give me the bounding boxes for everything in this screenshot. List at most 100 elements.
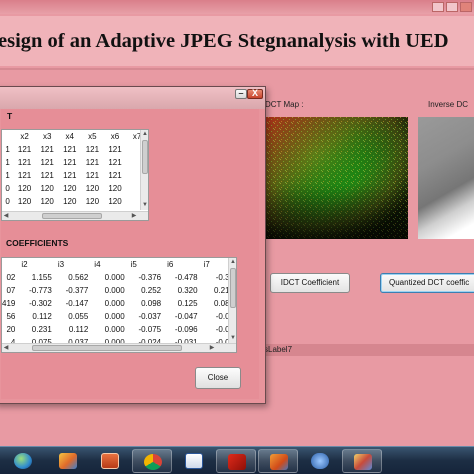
taskbar-app-paint[interactable]	[48, 449, 88, 473]
table-row[interactable]: 1 121 121 121 121 121	[2, 156, 148, 169]
scroll-thumb[interactable]	[230, 268, 236, 308]
coefficients-section-heading: COEFFICIENTS	[6, 238, 69, 248]
scroll-right-icon[interactable]: ▶	[130, 212, 138, 220]
table-row[interactable]: 419 -0.302 -0.147 0.000 0.098 0.125 0.08…	[2, 297, 236, 310]
start-button[interactable]	[6, 449, 46, 473]
dct-header-cell: x3	[42, 132, 52, 141]
scroll-left-icon[interactable]: ◀	[2, 212, 10, 220]
minimize-icon: –	[238, 88, 244, 98]
table-cell: 20	[6, 325, 16, 334]
idct-coefficient-button[interactable]: IDCT Coefficient	[270, 273, 350, 293]
scroll-left-icon[interactable]: ◀	[2, 344, 10, 352]
scroll-down-icon[interactable]: ▼	[141, 201, 148, 209]
table-cell: -0.047	[174, 312, 198, 321]
table-cell: 1.155	[31, 273, 52, 282]
table-cell: 121	[17, 145, 32, 154]
table-cell: 0.562	[68, 273, 89, 282]
powerpoint-icon	[101, 453, 119, 469]
taskbar-app-misc[interactable]	[342, 449, 382, 473]
table-cell: 07	[6, 286, 16, 295]
coefficients-header-cell: i5	[130, 260, 137, 269]
coefficients-vertical-scrollbar[interactable]: ▲ ▼	[228, 258, 236, 343]
dct-map-label: DCT Map :	[265, 100, 304, 109]
matlab-icon	[270, 454, 288, 470]
dialog-minimize-button[interactable]: –	[235, 88, 247, 99]
table-cell: -0.147	[65, 299, 89, 308]
dialog-title-bar[interactable]: – X	[0, 87, 265, 109]
table-row[interactable]: 07 -0.773 -0.377 0.000 0.252 0.320 0.213	[2, 284, 236, 297]
table-row[interactable]: 56 0.112 0.055 0.000 -0.037 -0.047 -0.03	[2, 310, 236, 323]
dct-grid-vertical-scrollbar[interactable]: ▲ ▼	[140, 130, 148, 210]
table-row[interactable]: 02 1.155 0.562 0.000 -0.376 -0.478 -0.31	[2, 271, 236, 284]
taskbar-app-flash[interactable]	[216, 449, 256, 473]
table-cell: 0.000	[104, 325, 125, 334]
scroll-right-icon[interactable]: ▶	[208, 344, 216, 352]
table-row[interactable]: 1 121 121 121 121 121	[2, 143, 148, 156]
status-strip	[262, 344, 474, 356]
taskbar-app-chrome[interactable]	[132, 449, 172, 473]
table-cell: 120	[108, 197, 122, 206]
scroll-thumb[interactable]	[32, 345, 182, 351]
table-cell: -0.478	[174, 273, 198, 282]
table-row[interactable]: 0 120 120 120 120 120	[2, 195, 148, 208]
dialog-close-x-button[interactable]: X	[247, 88, 263, 99]
table-cell: 120	[17, 184, 32, 193]
dct-section-heading: T	[7, 111, 13, 121]
coefficients-grid[interactable]: i2 i3 i4 i5 i6 i7 02 1.155 0.562 0.000 -…	[1, 257, 237, 353]
scroll-down-icon[interactable]: ▼	[229, 334, 236, 342]
coefficients-header-cell: i3	[57, 260, 65, 269]
scroll-up-icon[interactable]: ▲	[229, 258, 236, 266]
dct-header-row: x2 x3 x4 x5 x6 x7	[2, 130, 148, 143]
table-cell: 121	[63, 158, 77, 167]
table-cell: 121	[108, 171, 122, 180]
table-cell: 0.000	[104, 312, 125, 321]
table-cell: 02	[6, 273, 16, 282]
coefficients-header-row: i2 i3 i4 i5 i6 i7	[2, 258, 236, 271]
table-cell: 121	[40, 171, 54, 180]
taskbar-app-network[interactable]	[300, 449, 340, 473]
coefficients-table: i2 i3 i4 i5 i6 i7 02 1.155 0.562 0.000 -…	[2, 258, 236, 349]
table-cell: 120	[17, 197, 32, 206]
quantized-dct-coefficient-button[interactable]: Quantized DCT coeffic	[380, 273, 474, 293]
dct-grid-horizontal-scrollbar[interactable]: ◀ ▶	[2, 211, 148, 220]
coefficients-horizontal-scrollbar[interactable]: ◀ ▶	[2, 343, 236, 352]
table-cell: 120	[85, 184, 100, 193]
main-close-button[interactable]	[460, 2, 472, 12]
dct-map-texture	[262, 117, 408, 239]
table-cell: 121	[40, 158, 54, 167]
table-cell: 0.320	[177, 286, 198, 295]
scroll-up-icon[interactable]: ▲	[141, 130, 148, 138]
coefficients-header-cell: i2	[21, 260, 28, 269]
word-icon	[185, 453, 203, 469]
table-cell: 121	[63, 171, 77, 180]
taskbar-app-word[interactable]	[174, 449, 214, 473]
main-minimize-button[interactable]	[432, 2, 444, 12]
main-maximize-button[interactable]	[446, 2, 458, 12]
taskbar-app-powerpoint[interactable]	[90, 449, 130, 473]
scroll-thumb[interactable]	[142, 140, 148, 174]
table-cell: 121	[85, 145, 100, 154]
taskbar-app-matlab[interactable]	[258, 449, 298, 473]
table-cell: -0.075	[138, 325, 162, 334]
dct-header-cell	[2, 130, 13, 143]
table-cell: 120	[108, 184, 122, 193]
dialog-client-area: T x2 x3 x4 x5 x6 x7 1 121 121 121 121 12…	[1, 109, 259, 399]
table-row[interactable]: 20 0.231 0.112 0.000 -0.075 -0.096 -0.06	[2, 323, 236, 336]
table-cell: 0.231	[31, 325, 52, 334]
table-cell: 121	[108, 145, 122, 154]
table-cell: 1	[5, 145, 10, 154]
dct-grid[interactable]: x2 x3 x4 x5 x6 x7 1 121 121 121 121 121	[1, 129, 149, 221]
table-cell: 419	[2, 299, 16, 308]
network-icon	[311, 453, 329, 469]
dct-header-cell: x5	[88, 132, 97, 141]
table-cell: 0.000	[104, 299, 125, 308]
table-cell: 120	[40, 197, 54, 206]
table-cell: 120	[40, 184, 54, 193]
scroll-thumb[interactable]	[42, 213, 102, 219]
table-row[interactable]: 1 121 121 121 121 121	[2, 169, 148, 182]
app-title: esign of an Adaptive JPEG Stegnanalysis …	[0, 30, 449, 52]
table-cell: 0	[5, 184, 10, 193]
table-cell: 120	[63, 197, 77, 206]
table-row[interactable]: 0 120 120 120 120 120	[2, 182, 148, 195]
close-button[interactable]: Close	[195, 367, 241, 389]
